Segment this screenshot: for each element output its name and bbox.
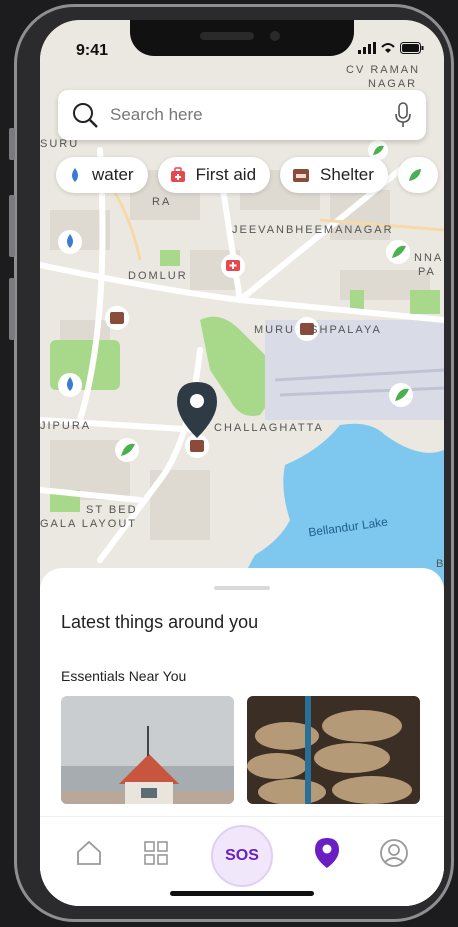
- map-label: MURU SHPALAYA: [254, 324, 382, 336]
- category-chips: water First aid Shelter: [56, 157, 438, 193]
- map-label: B: [436, 558, 444, 570]
- grid-icon: [144, 841, 168, 865]
- bottom-tab-bar: SOS: [40, 816, 444, 906]
- map-pin-icon: [315, 838, 339, 868]
- volume-down-button: [9, 278, 15, 340]
- home-icon: [77, 840, 101, 865]
- map-label: CV RAMAN: [346, 64, 421, 76]
- chip-label: Shelter: [320, 165, 374, 184]
- sos-button[interactable]: SOS: [211, 825, 273, 887]
- map-label: NNA: [414, 252, 444, 264]
- lifeguard-hut-image: [61, 696, 234, 804]
- leaf-poi-icon: [115, 438, 139, 462]
- map-label: ST BED: [86, 504, 138, 516]
- chip-first-aid[interactable]: First aid: [157, 157, 271, 193]
- microphone-icon[interactable]: [394, 102, 412, 128]
- first-aid-poi-icon: [221, 254, 245, 278]
- map-label: CHALLAGHATTA: [214, 422, 324, 434]
- first-aid-kit-icon: [170, 167, 185, 182]
- status-icons: [358, 42, 424, 54]
- water-poi-icon: [58, 373, 82, 397]
- sheet-title: Latest things around you: [61, 612, 259, 632]
- status-time: 9:41: [76, 42, 109, 59]
- chip-shelter[interactable]: Shelter: [280, 157, 388, 193]
- leaf-poi-icon: [386, 240, 410, 264]
- chip-more[interactable]: [397, 157, 438, 193]
- screen: CV RAMAN NAGAR SURU RA JEEVANBHEEMANAGAR…: [40, 20, 444, 906]
- map-label: JIPURA: [40, 420, 92, 432]
- volume-up-button: [9, 195, 15, 257]
- tab-map[interactable]: [309, 835, 345, 871]
- map-label: RA: [152, 196, 172, 208]
- tab-profile[interactable]: [376, 835, 412, 871]
- grain-sacks-image: [247, 696, 420, 804]
- search-icon: [73, 103, 98, 128]
- chip-label: water: [92, 165, 134, 184]
- leaf-poi-icon: [389, 383, 413, 407]
- water-drop-icon: [72, 168, 78, 182]
- battery-icon: [400, 42, 424, 54]
- notch: [130, 20, 354, 56]
- leaf-icon: [408, 169, 421, 181]
- cellular-signal-icon: [358, 42, 376, 54]
- chip-water[interactable]: water: [56, 157, 148, 193]
- search-input[interactable]: Search here: [110, 105, 394, 125]
- map-label: DOMLUR: [128, 270, 188, 282]
- tab-categories[interactable]: [138, 835, 174, 871]
- essential-card[interactable]: [247, 696, 420, 804]
- map-label: GALA LAYOUT: [40, 518, 137, 530]
- tab-home[interactable]: [71, 835, 107, 871]
- profile-icon: [380, 839, 408, 867]
- water-poi-icon: [58, 230, 82, 254]
- chip-label: First aid: [195, 165, 257, 184]
- mute-switch: [9, 128, 15, 160]
- shelter-poi-icon: [105, 306, 129, 330]
- wifi-icon: [381, 43, 395, 53]
- sheet-drag-handle[interactable]: [214, 586, 270, 590]
- essential-card[interactable]: [61, 696, 234, 804]
- search-bar[interactable]: Search here: [58, 90, 426, 140]
- map-label: PA: [418, 266, 436, 278]
- map-label: NAGAR: [368, 78, 418, 90]
- bed-icon: [293, 169, 310, 182]
- map-label: JEEVANBHEEMANAGAR: [232, 224, 394, 236]
- section-heading: Essentials Near You: [61, 668, 187, 684]
- home-indicator: [170, 891, 314, 896]
